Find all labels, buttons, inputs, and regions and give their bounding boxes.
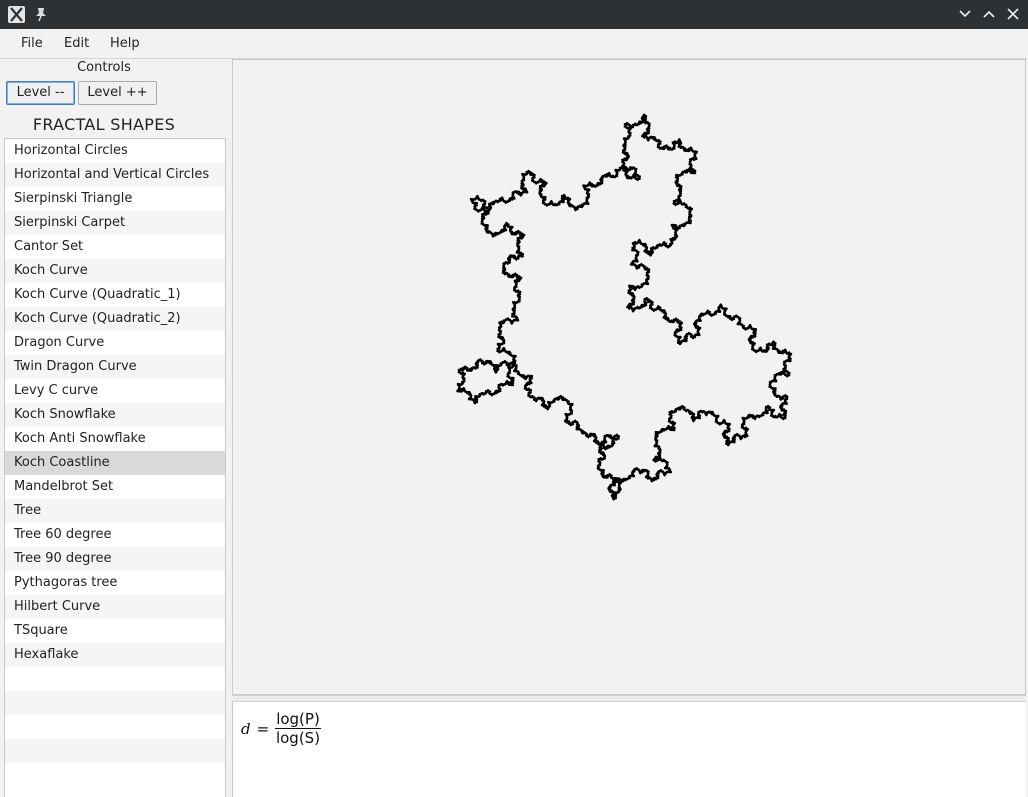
shape-list-item[interactable]: Levy C curve bbox=[5, 379, 225, 403]
chevron-down-icon[interactable] bbox=[957, 6, 973, 22]
shape-list[interactable]: Horizontal Circles Horizontal and Vertica… bbox=[4, 138, 226, 797]
shape-list-item[interactable]: Koch Snowflake bbox=[5, 403, 225, 427]
shape-list-item[interactable]: Tree 60 degree bbox=[5, 523, 225, 547]
shape-list-item[interactable]: Hexaflake bbox=[5, 643, 225, 667]
empty-list-row bbox=[5, 715, 225, 739]
shape-list-item[interactable]: Koch Curve (Quadratic_1) bbox=[5, 283, 225, 307]
shape-list-item[interactable]: Cantor Set bbox=[5, 235, 225, 259]
menu-bar: File Edit Help bbox=[0, 29, 1028, 59]
dimension-formula: d = log(P) log(S) bbox=[241, 710, 321, 747]
shape-list-item[interactable]: Pythagoras tree bbox=[5, 571, 225, 595]
empty-list-row bbox=[5, 691, 225, 715]
shapes-title: FRACTAL SHAPES bbox=[32, 115, 176, 134]
shape-list-item[interactable]: Koch Curve bbox=[5, 259, 225, 283]
menu-help[interactable]: Help bbox=[110, 36, 140, 51]
controls-label: Controls bbox=[77, 60, 131, 75]
shape-list-item[interactable]: Dragon Curve bbox=[5, 331, 225, 355]
controls-panel: Controls Level -- Level ++ FRACTAL SHAPE… bbox=[3, 59, 226, 797]
split-divider[interactable] bbox=[232, 695, 1026, 702]
close-icon[interactable] bbox=[1005, 6, 1021, 22]
menu-file[interactable]: File bbox=[21, 36, 43, 51]
shape-list-item[interactable]: Koch Coastline bbox=[5, 451, 225, 475]
shape-list-item[interactable]: Mandelbrot Set bbox=[5, 475, 225, 499]
shape-list-item[interactable]: Koch Anti Snowflake bbox=[5, 427, 225, 451]
level-down-button[interactable]: Level -- bbox=[6, 81, 75, 105]
koch-coastline-path bbox=[456, 113, 793, 501]
chevron-up-icon[interactable] bbox=[981, 6, 997, 22]
formula-lhs: d bbox=[241, 719, 251, 738]
empty-list-row bbox=[5, 667, 225, 691]
shape-list-item[interactable]: TSquare bbox=[5, 619, 225, 643]
koch-coastline-drawing bbox=[456, 113, 793, 501]
formula-fraction: log(P) log(S) bbox=[275, 710, 321, 747]
empty-list-row bbox=[5, 763, 225, 787]
empty-list-row bbox=[5, 739, 225, 763]
formula-panel: d = log(P) log(S) bbox=[232, 702, 1026, 797]
shape-list-item[interactable]: Koch Curve (Quadratic_2) bbox=[5, 307, 225, 331]
shape-list-item[interactable]: Sierpinski Carpet bbox=[5, 211, 225, 235]
x-app-icon bbox=[8, 6, 25, 23]
level-up-button[interactable]: Level ++ bbox=[78, 81, 157, 105]
shape-list-item[interactable]: Hilbert Curve bbox=[5, 595, 225, 619]
formula-equals: = bbox=[256, 719, 270, 738]
shape-list-item[interactable]: Horizontal and Vertical Circles bbox=[5, 163, 225, 187]
shape-list-item[interactable]: Sierpinski Triangle bbox=[5, 187, 225, 211]
formula-numerator: log(P) bbox=[275, 710, 321, 729]
shape-list-item[interactable]: Tree bbox=[5, 499, 225, 523]
shape-list-item[interactable]: Tree 90 degree bbox=[5, 547, 225, 571]
pin-icon[interactable] bbox=[34, 6, 48, 22]
shape-list-item[interactable]: Twin Dragon Curve bbox=[5, 355, 225, 379]
formula-denominator: log(S) bbox=[275, 729, 321, 747]
fractal-canvas bbox=[232, 59, 1026, 695]
menu-edit[interactable]: Edit bbox=[64, 36, 89, 51]
window-titlebar[interactable] bbox=[0, 0, 1028, 29]
shape-list-item[interactable]: Horizontal Circles bbox=[5, 139, 225, 163]
